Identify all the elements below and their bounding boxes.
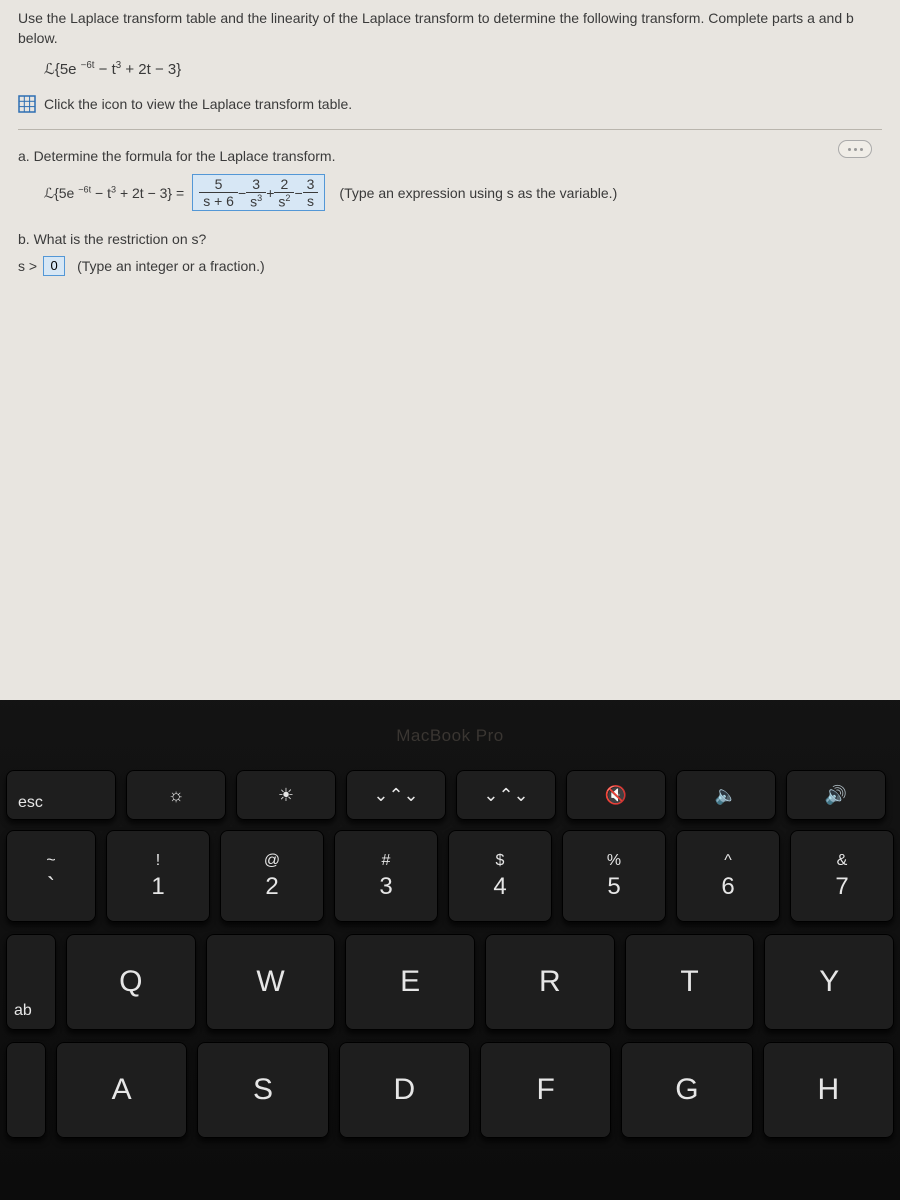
key-W[interactable]: W <box>206 934 336 1030</box>
key-S[interactable]: S <box>197 1042 328 1138</box>
key-3[interactable]: #3 <box>334 830 438 922</box>
key-caps[interactable] <box>6 1042 46 1138</box>
part-a-lhs: ℒ{5e −6t − t3 + 2t − 3} = <box>44 183 184 203</box>
part-a-equation: ℒ{5e −6t − t3 + 2t − 3} = 5s + 6 − 3s3 +… <box>44 174 882 211</box>
part-a-label: a. Determine the formula for the Laplace… <box>18 146 882 166</box>
key-Q[interactable]: Q <box>66 934 196 1030</box>
divider <box>18 129 882 130</box>
key-brighter[interactable]: ☀ <box>236 770 336 820</box>
key-D[interactable]: D <box>339 1042 470 1138</box>
part-a-answer-box[interactable]: 5s + 6 − 3s3 + 2s2 − 3s <box>192 174 325 211</box>
laptop-brand: MacBook Pro <box>0 726 900 746</box>
part-b-input[interactable] <box>43 256 65 276</box>
laplace-table-link-text: Click the icon to view the Laplace trans… <box>44 94 352 114</box>
key-2[interactable]: @2 <box>220 830 324 922</box>
key-R[interactable]: R <box>485 934 615 1030</box>
more-options-button[interactable] <box>838 140 872 158</box>
table-icon <box>18 95 36 113</box>
key-spotlight[interactable]: ⌄⌃⌄ <box>456 770 556 820</box>
part-b-hint: (Type an integer or a fraction.) <box>77 256 265 276</box>
key-volup[interactable]: 🔊 <box>786 770 886 820</box>
problem-screen: Use the Laplace transform table and the … <box>0 0 900 700</box>
key-voldown[interactable]: 🔈 <box>676 770 776 820</box>
key-E[interactable]: E <box>345 934 475 1030</box>
key-mute[interactable]: 🔇 <box>566 770 666 820</box>
key-G[interactable]: G <box>621 1042 752 1138</box>
given-expression: ℒ{5e −6t − t3 + 2t − 3} <box>44 59 882 81</box>
key-5[interactable]: %5 <box>562 830 666 922</box>
photo-frame: Use the Laplace transform table and the … <box>0 0 900 1200</box>
key-esc[interactable]: esc <box>6 770 116 820</box>
part-b-label: b. What is the restriction on s? <box>18 229 882 249</box>
key-4[interactable]: $4 <box>448 830 552 922</box>
part-a: a. Determine the formula for the Laplace… <box>18 146 882 212</box>
part-b-prefix: s > <box>18 256 37 276</box>
key-`[interactable]: ~` <box>6 830 96 922</box>
key-Y[interactable]: Y <box>764 934 894 1030</box>
key-1[interactable]: !1 <box>106 830 210 922</box>
key-F[interactable]: F <box>480 1042 611 1138</box>
key-T[interactable]: T <box>625 934 755 1030</box>
key-6[interactable]: ^6 <box>676 830 780 922</box>
key-7[interactable]: &7 <box>790 830 894 922</box>
key-tab[interactable]: ab <box>6 934 56 1030</box>
part-a-hint: (Type an expression using s as the varia… <box>339 183 617 203</box>
part-b: b. What is the restriction on s? s > (Ty… <box>18 229 882 276</box>
key-mission[interactable]: ⌄⌃⌄ <box>346 770 446 820</box>
key-dimmer[interactable]: ☼ <box>126 770 226 820</box>
key-A[interactable]: A <box>56 1042 187 1138</box>
keyboard: esc☼☀⌄⌃⌄⌄⌃⌄🔇🔈🔊 ~`!1@2#3$4%5^6&7 abQWERTY… <box>0 770 900 1138</box>
laplace-table-link[interactable]: Click the icon to view the Laplace trans… <box>18 94 882 114</box>
key-H[interactable]: H <box>763 1042 894 1138</box>
prompt-text: Use the Laplace transform table and the … <box>18 8 882 49</box>
